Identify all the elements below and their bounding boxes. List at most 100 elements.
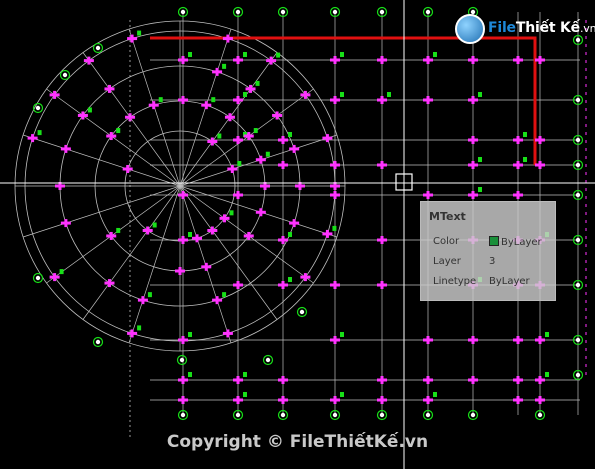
column-mark xyxy=(426,376,430,384)
column-mark xyxy=(426,336,430,344)
column-mark xyxy=(130,34,134,43)
grid-bubble-center xyxy=(35,105,41,111)
text-marker xyxy=(188,52,192,57)
text-marker xyxy=(37,130,42,136)
column-mark xyxy=(109,132,113,141)
column-mark xyxy=(426,56,430,64)
column-mark xyxy=(281,236,285,244)
grid-bubble-center xyxy=(62,72,68,78)
column-mark xyxy=(204,262,208,271)
column-mark xyxy=(126,165,130,174)
grid-bubble-center xyxy=(35,275,41,281)
text-marker xyxy=(340,392,344,397)
column-mark xyxy=(64,219,68,228)
tooltip-value-text: ByLayer xyxy=(501,237,542,248)
tooltip-value: ByLayer xyxy=(489,236,542,248)
grid-bubble-center xyxy=(280,412,286,418)
grid-bubble-center xyxy=(332,9,338,15)
tooltip-title: MText xyxy=(429,210,466,223)
text-marker xyxy=(545,372,549,377)
grid-bubble-center xyxy=(575,192,581,198)
column-mark xyxy=(471,96,475,104)
column-mark xyxy=(195,234,199,243)
grid-bubble-center xyxy=(575,337,581,343)
column-mark xyxy=(538,376,542,384)
column-mark xyxy=(333,161,337,169)
column-mark xyxy=(215,67,219,76)
text-marker xyxy=(211,97,216,103)
column-mark xyxy=(53,90,57,99)
text-marker xyxy=(340,52,344,57)
column-mark xyxy=(292,219,296,228)
text-marker xyxy=(116,227,121,233)
grid-bubble-center xyxy=(575,282,581,288)
grid-bubble-center xyxy=(537,412,543,418)
tooltip-row-color: Color ByLayer xyxy=(433,236,553,250)
column-mark xyxy=(426,396,430,404)
text-marker xyxy=(545,332,549,337)
text-marker xyxy=(433,392,437,397)
text-marker xyxy=(188,372,192,377)
column-mark xyxy=(181,236,185,244)
tooltip-label: Color xyxy=(433,236,460,247)
column-mark xyxy=(516,376,520,384)
column-mark xyxy=(181,191,185,199)
text-marker xyxy=(433,52,437,57)
text-marker xyxy=(478,157,482,162)
logo-text-tld: .vn xyxy=(579,22,595,35)
column-mark xyxy=(538,56,542,64)
column-mark xyxy=(380,376,384,384)
text-marker xyxy=(340,332,344,337)
column-mark xyxy=(281,136,285,144)
column-mark xyxy=(275,111,279,120)
column-mark xyxy=(236,96,240,104)
column-mark xyxy=(259,208,263,217)
column-mark xyxy=(226,329,230,338)
column-mark xyxy=(259,155,263,164)
grid-bubble-center xyxy=(179,357,185,363)
radial-grid-line xyxy=(22,185,181,238)
grid-bubble-center xyxy=(379,412,385,418)
column-mark xyxy=(215,296,219,305)
text-marker xyxy=(222,63,227,69)
column-mark xyxy=(380,396,384,404)
grid-bubble-center xyxy=(575,372,581,378)
column-mark xyxy=(247,231,251,240)
column-mark xyxy=(471,376,475,384)
text-marker xyxy=(158,97,163,103)
tooltip-row-linetype: Linetype ByLayer xyxy=(433,276,553,290)
column-mark xyxy=(222,214,226,223)
column-mark xyxy=(538,336,542,344)
text-marker xyxy=(243,52,247,57)
text-marker xyxy=(478,187,482,192)
column-mark xyxy=(333,191,337,199)
object-properties-tooltip: MText Color ByLayer Layer 3 Linetype ByL… xyxy=(420,201,556,301)
grid-bubble-center xyxy=(180,9,186,15)
text-marker xyxy=(332,225,337,231)
column-mark xyxy=(178,267,182,275)
column-mark xyxy=(380,281,384,289)
column-mark xyxy=(152,101,156,110)
column-mark xyxy=(228,113,232,122)
column-mark xyxy=(81,111,85,120)
column-mark xyxy=(107,279,111,288)
column-mark xyxy=(516,191,520,199)
column-mark xyxy=(516,161,520,169)
grid-bubble-center xyxy=(575,97,581,103)
column-mark xyxy=(31,134,35,143)
grid-bubble-center xyxy=(280,9,286,15)
tooltip-label: Linetype xyxy=(433,276,477,287)
column-mark xyxy=(226,34,230,43)
column-mark xyxy=(107,84,111,93)
column-mark xyxy=(236,376,240,384)
site-logo: FileThiết Kế.vn xyxy=(455,14,595,46)
text-marker xyxy=(152,222,157,228)
grid-bubble-center xyxy=(95,339,101,345)
text-marker xyxy=(243,92,247,97)
column-mark xyxy=(141,296,145,305)
text-marker xyxy=(237,161,242,167)
column-mark xyxy=(380,96,384,104)
column-mark xyxy=(303,273,307,282)
column-mark xyxy=(53,273,57,282)
text-marker xyxy=(253,128,258,134)
